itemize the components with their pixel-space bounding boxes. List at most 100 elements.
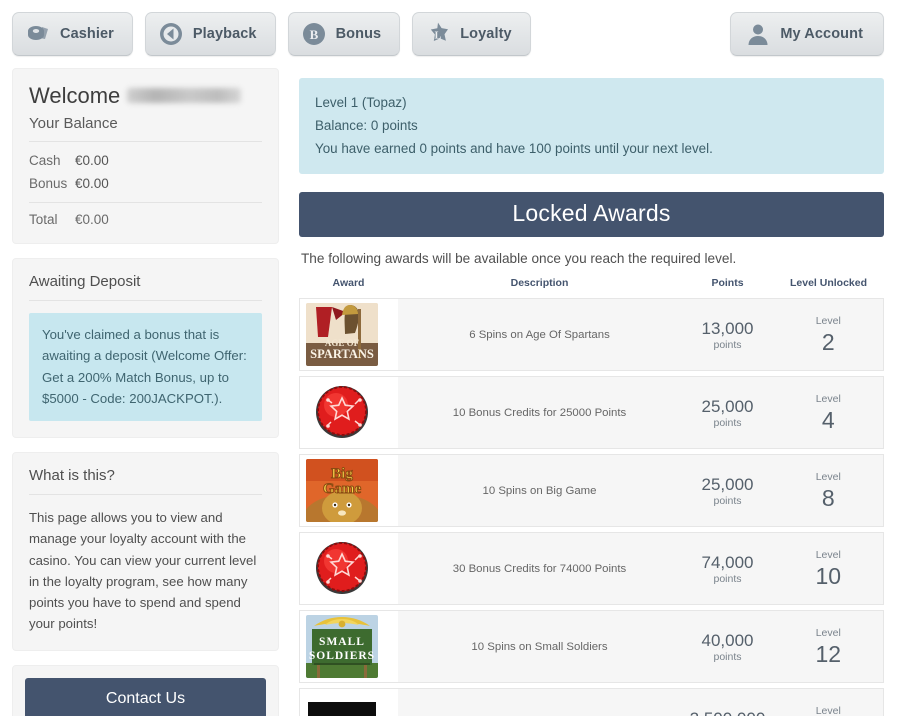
balance-value-bonus: €0.00 (75, 175, 109, 191)
column-header-points: Points (711, 277, 744, 290)
balance-rows: Cash €0.00 Bonus €0.00 (29, 142, 262, 203)
playback-icon (158, 21, 184, 47)
welcome-greeting: Welcome (29, 83, 121, 108)
nav-button-bonus[interactable]: B Bonus (287, 12, 401, 56)
award-description: 30 Bonus Credits for 74000 Points (452, 562, 627, 575)
table-header-row: Award Description Points Level Unlocked (300, 277, 884, 299)
award-points-value: 40,000 (701, 631, 754, 651)
balance-row-total: Total €0.00 (29, 203, 262, 227)
award-points-cell: 2,500,000 points (681, 688, 774, 716)
award-level-value: 8 (821, 484, 835, 511)
award-level-prefix: Level (815, 549, 841, 562)
contact-panel: Contact Us (12, 665, 279, 716)
award-points-value: 13,000 (701, 319, 754, 339)
award-thumbnail-cell: Big Game (299, 454, 398, 528)
award-level-value: 4 (821, 406, 835, 433)
welcome-heading: Welcome michellebro1 (29, 83, 262, 108)
award-thumbnail-cell (299, 532, 398, 606)
level-status-balance: Balance: 0 points (315, 118, 418, 134)
award-level-value: 2 (821, 328, 835, 355)
what-is-this-panel: What is this? This page allows you to vi… (12, 452, 279, 652)
award-description-cell: 10 Spins on Big Game (397, 454, 682, 528)
balance-value-total: €0.00 (75, 211, 109, 227)
award-description: 10 Bonus Credits for 25000 Points (452, 406, 627, 419)
locked-awards-subtitle: The following awards will be available o… (301, 251, 737, 267)
user-icon (745, 21, 771, 47)
column-header-award: Award (332, 277, 365, 290)
award-points-value: 25,000 (701, 397, 754, 417)
award-level-value: 12 (815, 640, 842, 667)
award-description: 10 Spins on Big Game (482, 484, 597, 497)
award-points-unit: points (713, 495, 742, 508)
coins-icon (25, 21, 51, 47)
svg-text:B: B (309, 27, 318, 42)
small-soldiers-thumb: SMALL SOLDIERS (306, 615, 378, 679)
balance-label-bonus: Bonus (29, 175, 68, 191)
top-navigation-bar: Cashier Playback B Bonus L Loyalty My Ac… (0, 0, 900, 68)
award-level-cell: Level 4 (773, 376, 884, 450)
big-game-thumb: Big Game (306, 459, 378, 523)
nav-button-my-account[interactable]: My Account (730, 12, 884, 56)
awaiting-deposit-title: Awaiting Deposit (29, 273, 262, 301)
nav-label-loyalty: Loyalty (460, 26, 512, 42)
award-level-value: 10 (815, 562, 842, 589)
nav-label-bonus: Bonus (335, 26, 382, 42)
sidebar: Welcome michellebro1 Your Balance Cash €… (12, 68, 279, 716)
locked-awards-table: Award Description Points Level Unlocked (299, 277, 884, 716)
award-level-prefix: Level (815, 705, 841, 716)
level-status-box: Level 1 (Topaz) Balance: 0 points You ha… (299, 78, 884, 175)
column-header-description: Description (510, 277, 569, 290)
awaiting-deposit-message: You've claimed a bonus that is awaiting … (29, 312, 262, 422)
amazon-voucher-thumb: amazon (306, 693, 378, 716)
balance-label-total: Total (29, 211, 58, 227)
svg-text:SMALL: SMALL (319, 636, 365, 648)
award-description: 10 Spins on Small Soldiers (471, 640, 608, 653)
username-redacted: michellebro1 (127, 88, 241, 103)
award-level-prefix: Level (815, 627, 841, 640)
balance-panel: Welcome michellebro1 Your Balance Cash €… (12, 68, 279, 244)
table-row[interactable]: amazon $50 Amazon Voucher (more) 2,500,0… (299, 688, 884, 716)
award-points-cell: 25,000 points (681, 376, 774, 450)
award-points-value: 2,500,000 (682, 708, 774, 716)
nav-button-loyalty[interactable]: L Loyalty (412, 12, 531, 56)
award-description-cell: $50 Amazon Voucher (more) (397, 688, 682, 716)
svg-text:Big: Big (331, 466, 353, 482)
awaiting-deposit-panel: Awaiting Deposit You've claimed a bonus … (12, 257, 279, 439)
award-level-prefix: Level (815, 393, 841, 406)
nav-label-playback: Playback (192, 26, 257, 42)
bonus-badge-icon: B (301, 21, 327, 47)
award-level-cell: Level 14 (773, 688, 884, 716)
balance-title: Your Balance (29, 115, 262, 143)
award-description-cell: 30 Bonus Credits for 74000 Points (397, 532, 682, 606)
contact-us-button[interactable]: Contact Us (25, 678, 266, 716)
table-row[interactable]: 10 Bonus Credits for 25000 Points 25,000… (299, 376, 884, 450)
award-description: 6 Spins on Age Of Spartans (469, 328, 610, 341)
award-points-unit: points (713, 651, 742, 664)
locked-awards-heading: Locked Awards (299, 192, 884, 238)
award-points-cell: 25,000 points (681, 454, 774, 528)
level-status-level: Level 1 (Topaz) (315, 95, 407, 110)
award-thumbnail-cell: SMALL SOLDIERS (299, 610, 398, 684)
award-points-cell: 40,000 points (681, 610, 774, 684)
award-level-cell: Level 12 (773, 610, 884, 684)
what-is-this-body: This page allows you to view and manage … (29, 510, 257, 631)
award-description-cell: 6 Spins on Age Of Spartans (397, 298, 682, 372)
table-row[interactable]: 30 Bonus Credits for 74000 Points 74,000… (299, 532, 884, 606)
svg-text:SPARTANS: SPARTANS (310, 347, 374, 361)
nav-button-playback[interactable]: Playback (144, 12, 276, 56)
award-description-cell: 10 Spins on Small Soldiers (397, 610, 682, 684)
svg-text:L: L (435, 30, 442, 41)
nav-button-cashier[interactable]: Cashier (12, 12, 133, 56)
age-of-spartans-thumb: AGE OF SPARTANS (306, 303, 378, 367)
award-points-cell: 13,000 points (681, 298, 774, 372)
table-row[interactable]: Big Game 10 Spins on Big Game 25,000 poi… (299, 454, 884, 528)
balance-row-cash: Cash €0.00 (29, 150, 262, 172)
award-points-cell: 74,000 points (681, 532, 774, 606)
bonus-credits-cap-thumb (306, 537, 378, 601)
table-row[interactable]: SMALL SOLDIERS 10 Spins on Small Soldier… (299, 610, 884, 684)
table-row[interactable]: AGE OF SPARTANS 6 Spins on Age Of Sparta… (299, 298, 884, 372)
bonus-credits-cap-thumb (306, 381, 378, 445)
nav-label-my-account: My Account (780, 26, 863, 42)
award-points-unit: points (713, 573, 742, 586)
award-points-value: 25,000 (701, 475, 754, 495)
